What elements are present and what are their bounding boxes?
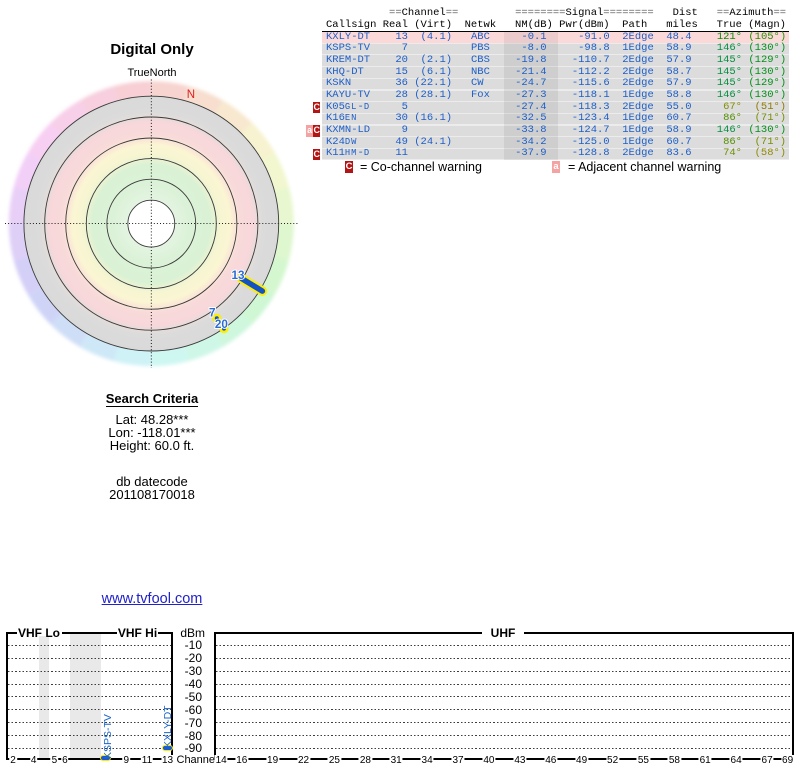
svg-text:13: 13: [231, 269, 245, 282]
svg-text:20: 20: [215, 318, 229, 331]
svg-text:N: N: [187, 89, 195, 101]
